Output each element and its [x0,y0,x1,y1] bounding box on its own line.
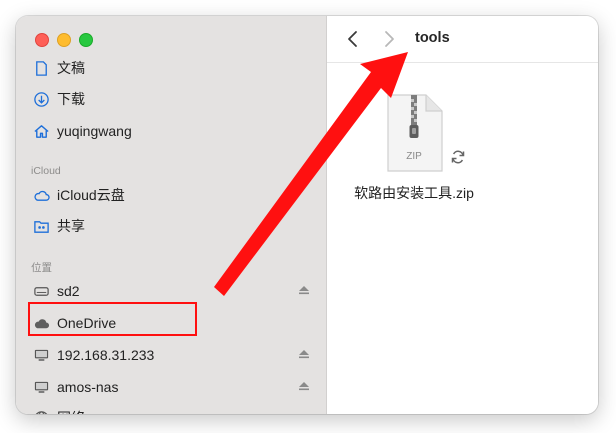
sidebar-item-home[interactable]: yuqingwang [32,119,312,143]
sidebar-item-network-share-2[interactable]: amos-nas [32,375,312,399]
close-window-button[interactable] [35,33,49,47]
folder-title: tools [415,30,450,46]
window-controls [35,33,93,47]
drive-icon [32,282,50,300]
sidebar: 文稿 下载 yuqingwang iCloud iCloud云盘 共享 位置 s… [16,16,327,414]
maximize-window-button[interactable] [79,33,93,47]
eject-icon[interactable] [298,348,310,360]
sidebar-item-sd2[interactable]: sd2 [32,279,312,303]
eject-icon[interactable] [298,284,310,296]
annotation-highlight-box [28,302,197,336]
sidebar-item-documents[interactable]: 文稿 [32,56,312,80]
toolbar: tools [327,16,598,63]
monitor-icon [32,346,50,364]
sidebar-item-label: 192.168.31.233 [57,347,155,363]
network-icon [32,409,50,414]
file-name: 软路由安装工具.zip [354,185,474,201]
sidebar-item-label: amos-nas [57,379,119,395]
zip-file-icon: ZIP [387,94,443,172]
sidebar-item-network-share-1[interactable]: 192.168.31.233 [32,343,312,367]
sidebar-item-icloud-drive[interactable]: iCloud云盘 [32,183,312,207]
document-icon [32,59,50,77]
back-chevron-icon[interactable] [344,29,362,49]
zip-badge: ZIP [406,151,422,162]
sidebar-item-network[interactable]: 网络 [32,406,312,414]
shared-folder-icon [32,217,50,235]
sidebar-item-label: sd2 [57,283,80,299]
monitor-icon [32,378,50,396]
home-icon [32,122,50,140]
file-area: ZIP 软路由安装工具.zip [327,63,598,414]
sidebar-item-label: yuqingwang [57,123,132,139]
sidebar-item-label: 下载 [57,91,85,107]
sidebar-item-label: 共享 [57,218,85,234]
sidebar-item-label: iCloud云盘 [57,187,125,203]
forward-chevron-icon[interactable] [380,29,398,49]
download-icon [32,90,50,108]
sidebar-item-downloads[interactable]: 下载 [32,87,312,111]
sidebar-section-icloud: iCloud [31,165,61,177]
eject-icon[interactable] [298,380,310,392]
sidebar-section-locations: 位置 [31,262,52,274]
sync-icon [451,150,465,164]
finder-window: 文稿 下载 yuqingwang iCloud iCloud云盘 共享 位置 s… [16,16,598,414]
sidebar-item-label: 文稿 [57,60,85,76]
sidebar-item-label: 网络 [57,408,85,414]
sidebar-item-shared[interactable]: 共享 [32,214,312,238]
minimize-window-button[interactable] [57,33,71,47]
icloud-icon [32,186,50,204]
